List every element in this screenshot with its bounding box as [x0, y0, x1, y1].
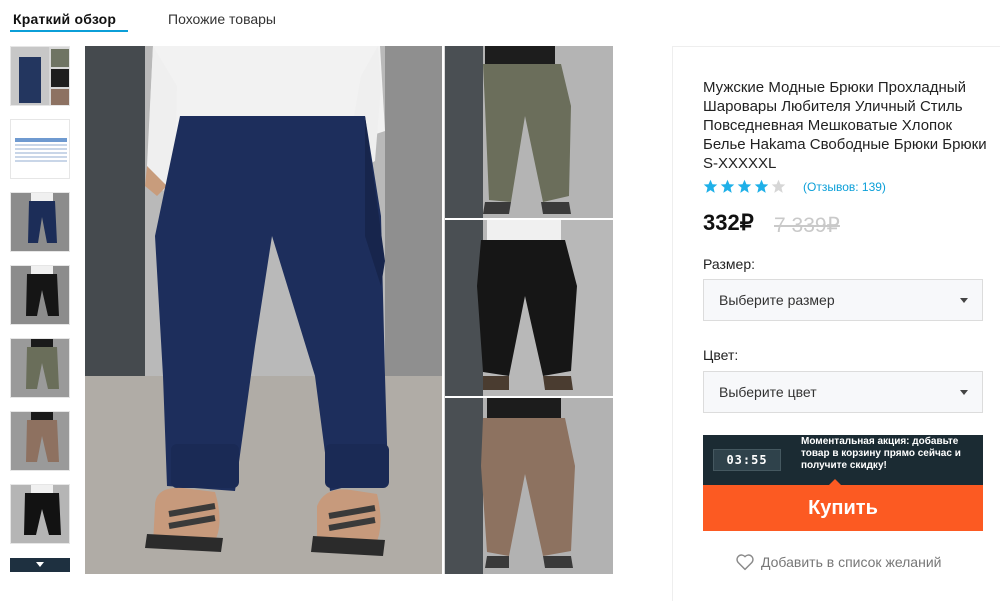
flash-sale-text: Моментальная акция: добавьте товар в кор… [801, 436, 961, 471]
star-icon [703, 179, 718, 193]
color-select[interactable]: Выберите цвет [703, 371, 983, 413]
color-select-value: Выберите цвет [719, 384, 817, 400]
color-label: Цвет: [703, 347, 739, 363]
star-icon [737, 179, 752, 193]
tab-bar: Краткий обзор Похожие товары [0, 0, 1000, 36]
rating-stars [703, 179, 786, 194]
product-title: Мужские Модные Брюки Прохладный Шаровары… [703, 79, 987, 172]
chevron-down-icon [960, 390, 968, 395]
tab-similar-products[interactable]: Похожие товары [168, 11, 276, 27]
thumbnail-strip [10, 46, 70, 574]
thumbnail-size-chart[interactable] [10, 119, 70, 179]
heart-icon [736, 554, 754, 571]
size-label: Размер: [703, 256, 756, 272]
star-icon [754, 179, 769, 193]
tab-overview[interactable]: Краткий обзор [13, 11, 116, 27]
thumbnail-navy[interactable] [10, 192, 70, 252]
wishlist-label: Добавить в список желаний [761, 554, 942, 570]
thumbnail-black[interactable] [10, 265, 70, 325]
star-empty-icon [771, 179, 786, 193]
size-select[interactable]: Выберите размер [703, 279, 983, 321]
reviews-link[interactable]: (Отзывов: 139) [803, 180, 886, 194]
thumbnails-scroll-down-icon[interactable] [10, 558, 70, 572]
thumbnail-olive[interactable] [10, 338, 70, 398]
thumbnail-collage[interactable] [10, 46, 70, 106]
product-image [85, 46, 613, 574]
product-info-panel: Мужские Модные Брюки Прохладный Шаровары… [672, 46, 1000, 601]
old-price: 7 339₽ [774, 214, 840, 237]
star-icon [720, 179, 735, 193]
current-price: 332₽ [703, 210, 754, 235]
flash-sale-banner: 03:55 Моментальная акция: добавьте товар… [703, 435, 983, 485]
buy-button[interactable]: Купить [703, 485, 983, 531]
chevron-down-icon [960, 298, 968, 303]
thumbnail-black-2[interactable] [10, 484, 70, 544]
countdown-timer: 03:55 [713, 449, 781, 471]
active-tab-indicator [10, 30, 128, 32]
add-to-wishlist-link[interactable]: Добавить в список желаний [735, 553, 941, 571]
thumbnail-khaki[interactable] [10, 411, 70, 471]
size-select-value: Выберите размер [719, 292, 835, 308]
